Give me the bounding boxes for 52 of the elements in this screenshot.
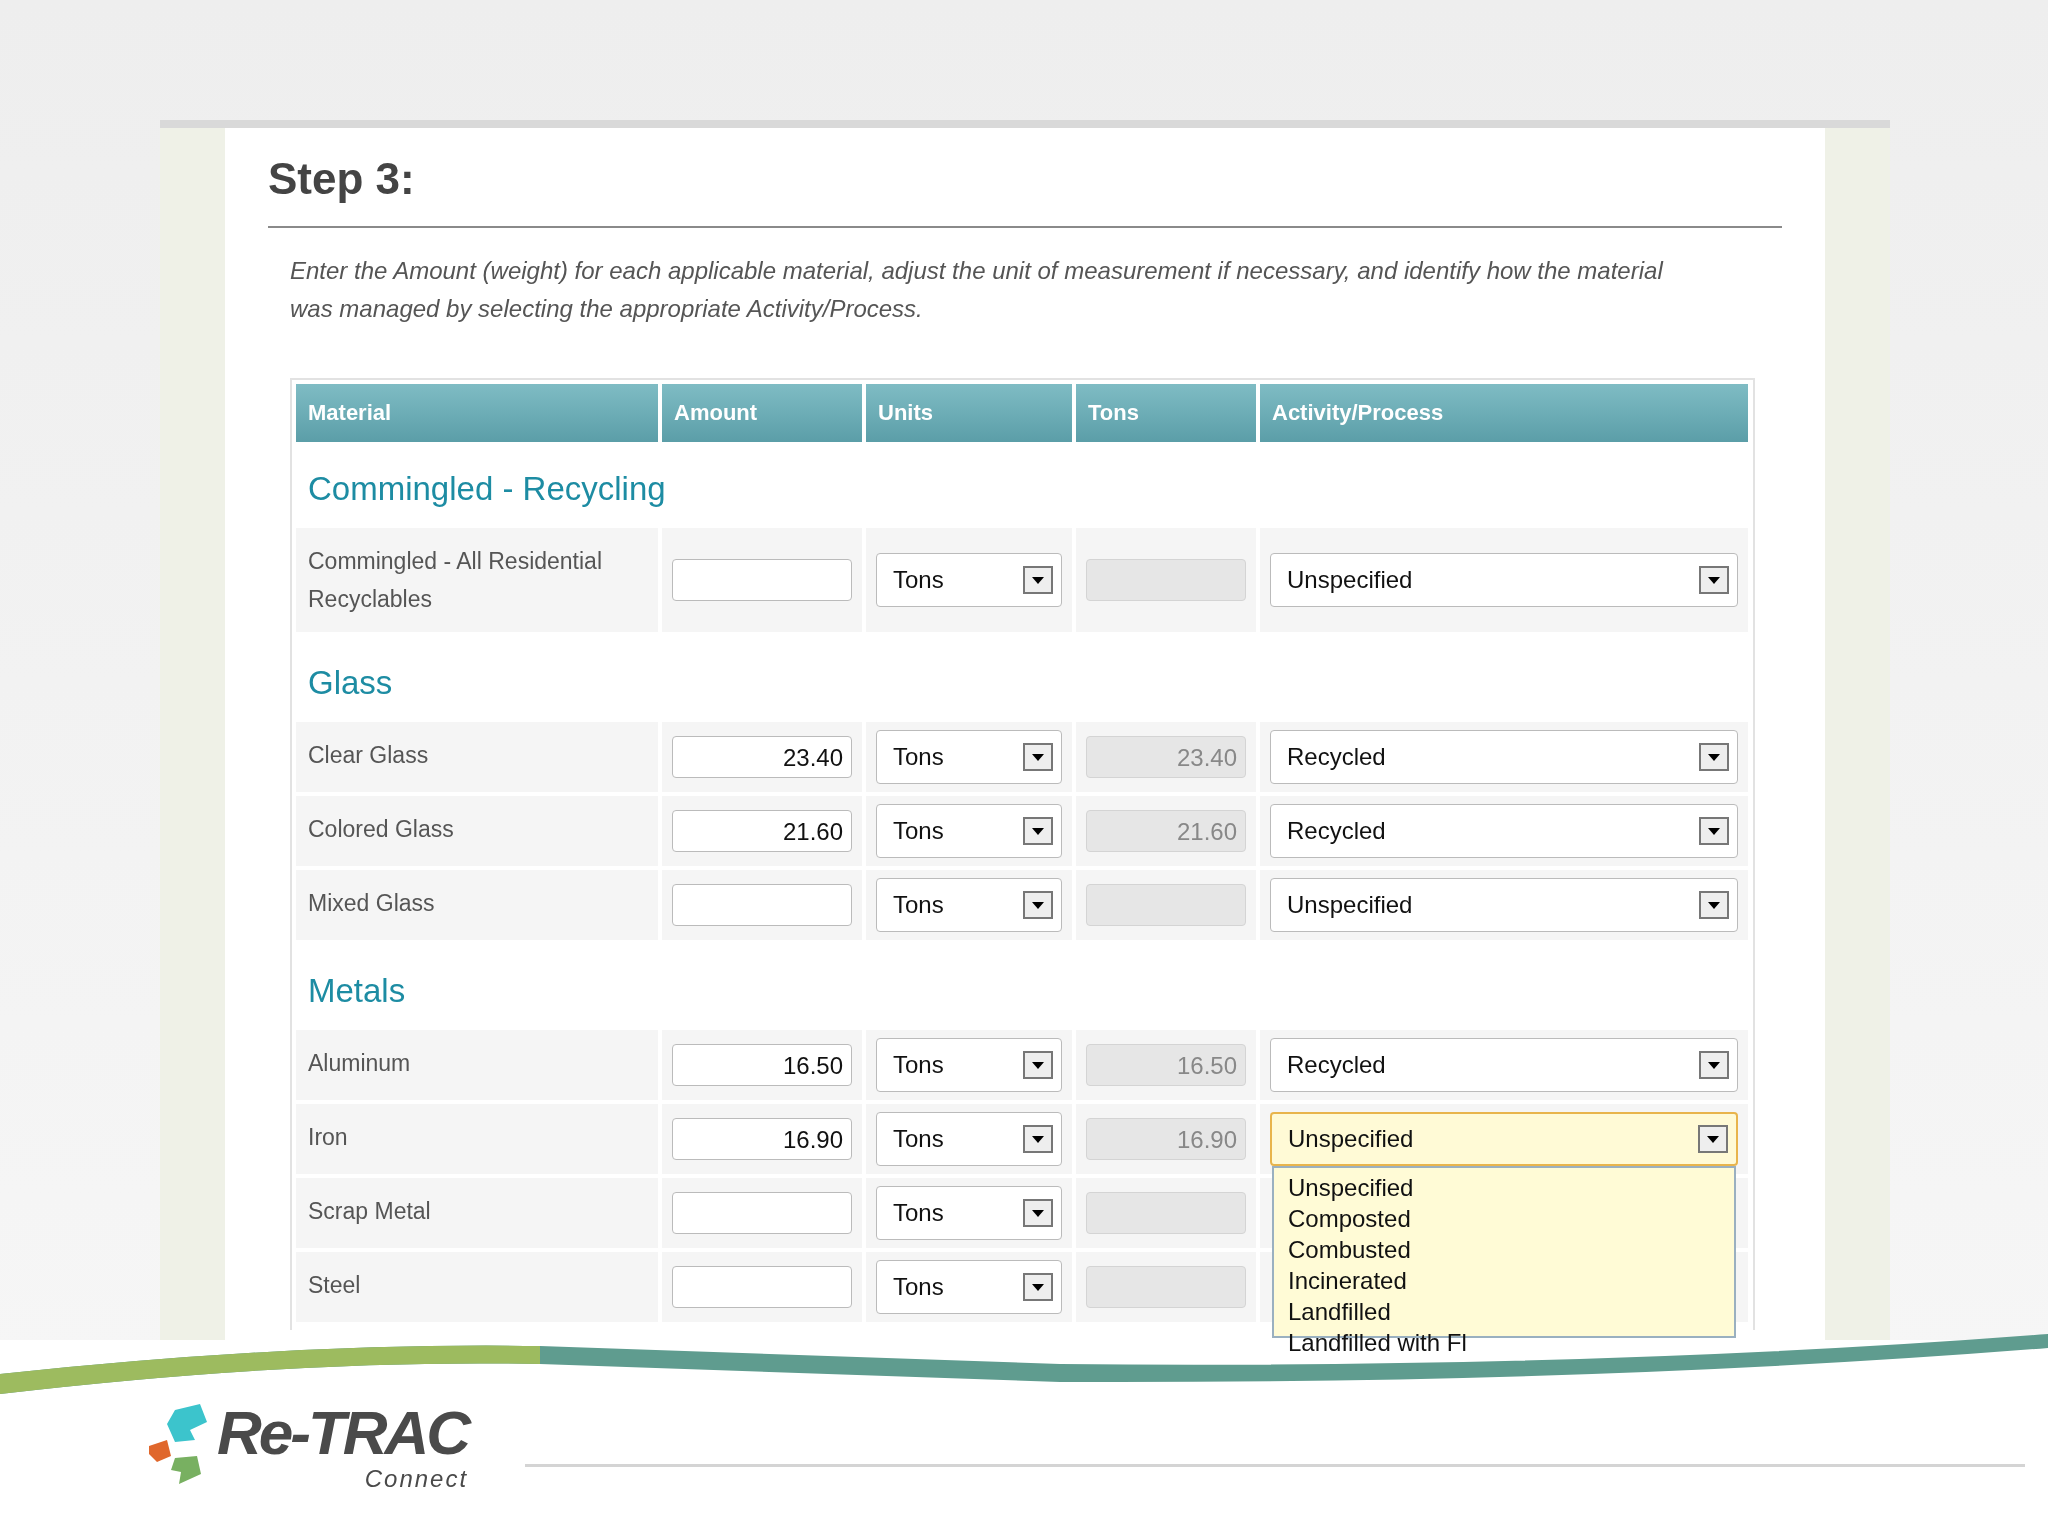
dropdown-option[interactable]: Landfilled with Fl: [1288, 1327, 1720, 1358]
category-heading: Glass: [307, 663, 394, 703]
amount-field[interactable]: 16.90: [672, 1118, 852, 1160]
units-dropdown[interactable]: Tons: [876, 804, 1062, 858]
amount-field[interactable]: [672, 884, 852, 926]
material-name: Steel: [308, 1272, 361, 1298]
material-name: Commingled - All Residential Recyclables: [308, 548, 602, 612]
step-heading: Step 3:: [268, 154, 416, 205]
material-name: Clear Glass: [308, 742, 429, 768]
dropdown-option[interactable]: Composted: [1288, 1203, 1720, 1234]
material-name: Scrap Metal: [308, 1198, 431, 1224]
instructions-text: Enter the Amount (weight) for each applicable material, adjust the unit of measurement if necessary, and identify how the material was managed by selecting the appropriate Activity/Process.: [290, 256, 1665, 324]
dropdown-option[interactable]: Combusted: [1288, 1234, 1720, 1265]
amount-field[interactable]: 16.50: [672, 1044, 852, 1086]
activity-dropdown[interactable]: Unspecified: [1270, 878, 1738, 932]
activity-dropdown[interactable]: Unspecified: [1270, 1112, 1738, 1166]
activity-dropdown[interactable]: Recycled: [1270, 1038, 1738, 1092]
activity-dropdown[interactable]: Recycled: [1270, 730, 1738, 784]
dropdown-option[interactable]: Unspecified: [1288, 1172, 1720, 1203]
units-dropdown[interactable]: Tons: [876, 1112, 1062, 1166]
material-name: Colored Glass: [308, 816, 454, 842]
units-dropdown[interactable]: Tons: [876, 1186, 1062, 1240]
amount-field[interactable]: [672, 1266, 852, 1308]
amount-field[interactable]: [672, 559, 852, 601]
units-dropdown[interactable]: Tons: [876, 1260, 1062, 1314]
units-dropdown[interactable]: Tons: [876, 878, 1062, 932]
dropdown-option[interactable]: Landfilled: [1288, 1296, 1720, 1327]
tons-field: 16.50: [1086, 1044, 1246, 1086]
column-header: Amount: [662, 384, 862, 442]
tons-field: 21.60: [1086, 810, 1246, 852]
logo-subtext: Connect: [364, 1466, 469, 1492]
material-name: Iron: [308, 1124, 348, 1150]
material-name: Aluminum: [308, 1050, 411, 1076]
units-dropdown[interactable]: Tons: [876, 553, 1062, 607]
amount-field[interactable]: 23.40: [672, 736, 852, 778]
activity-dropdown[interactable]: Recycled: [1270, 804, 1738, 858]
material-name: Mixed Glass: [308, 890, 435, 916]
column-header: Activity/Process: [1260, 384, 1748, 442]
category-heading: Metals: [307, 971, 407, 1011]
tons-field: 23.40: [1086, 736, 1246, 778]
tons-field: 16.90: [1086, 1118, 1246, 1160]
amount-field[interactable]: 21.60: [672, 810, 852, 852]
column-header: Material: [296, 384, 658, 442]
logo-text: Re-TRAC: [217, 1400, 469, 1466]
units-dropdown[interactable]: Tons: [876, 1038, 1062, 1092]
amount-field[interactable]: [672, 1192, 852, 1234]
activity-dropdown[interactable]: Unspecified: [1270, 553, 1738, 607]
units-dropdown[interactable]: Tons: [876, 730, 1062, 784]
column-header: Units: [866, 384, 1072, 442]
category-heading: Commingled - Recycling: [307, 469, 667, 509]
dropdown-option[interactable]: Incinerated: [1288, 1265, 1720, 1296]
column-header: Tons: [1076, 384, 1256, 442]
